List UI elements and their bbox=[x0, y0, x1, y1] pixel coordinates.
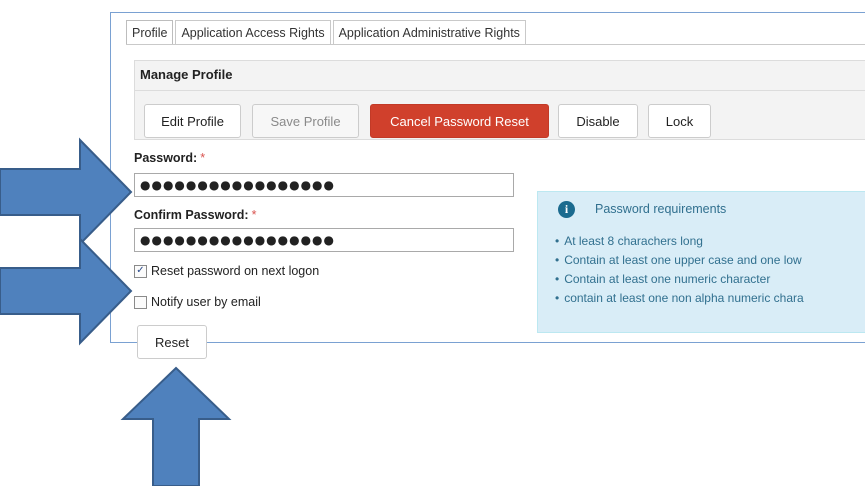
arrow-right-icon-lower bbox=[0, 236, 133, 346]
arrow-right-icon-upper bbox=[0, 137, 133, 247]
arrow-up-icon bbox=[120, 366, 232, 486]
annotation-arrows bbox=[0, 137, 232, 486]
